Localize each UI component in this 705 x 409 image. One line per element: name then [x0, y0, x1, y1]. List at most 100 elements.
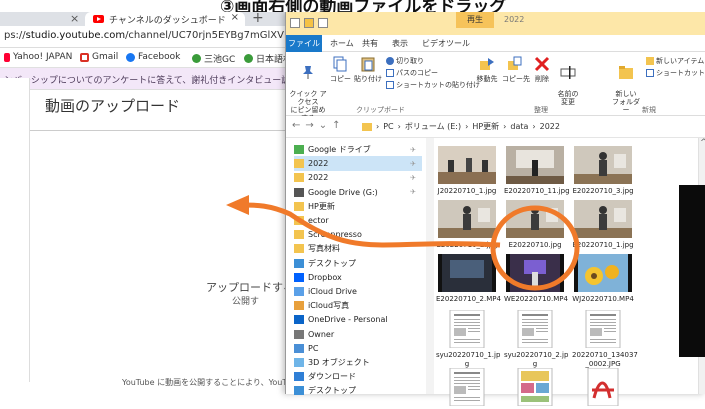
tab-file[interactable]: ファイル — [286, 35, 322, 52]
desktop-icon — [294, 386, 304, 396]
breadcrumb-volume[interactable]: ボリューム (E:) — [405, 121, 461, 132]
nav-item[interactable]: iCloud写真 — [294, 298, 422, 313]
nav-item-label: iCloud Drive — [308, 287, 357, 296]
file-name: syu20220710_1.jp — [436, 351, 501, 359]
folder-icon — [294, 201, 304, 211]
bookmark-yahoo[interactable]: Yahoo! JAPAN — [4, 52, 72, 62]
file-item[interactable]: syu20220710_2.jp g — [504, 310, 568, 369]
tab-play-context[interactable]: 再生 — [456, 12, 494, 28]
breadcrumb[interactable]: › PC › ボリューム (E:) › HP更新 › data › 2022 — [362, 121, 560, 132]
cut-button[interactable]: 切り取り — [386, 56, 424, 66]
delete-button[interactable]: 削除 — [532, 56, 552, 84]
shortcut-button[interactable]: ショートカット▾ — [646, 68, 705, 78]
file-item[interactable]: J20220710_1.jpg — [436, 146, 498, 196]
google-drive-icon — [294, 145, 304, 154]
tab-view[interactable]: 表示 — [392, 38, 408, 49]
paste-shortcut-icon — [386, 81, 394, 89]
copy-to-button[interactable]: コピー先 — [502, 56, 530, 84]
bookmark-miike-gc[interactable]: 三池GC — [192, 52, 235, 65]
quick-access-toolbar — [290, 18, 328, 28]
navigation-pane: Google ドライブ ✈ 2022 ✈ 2022 ✈ Google Drive (G:) ✈… — [286, 138, 424, 396]
tab-youtube-dashboard[interactable]: チャンネルのダッシュボード - YouTube × — [85, 12, 245, 26]
paste-shortcut-button[interactable]: ショートカットの貼り付け — [386, 80, 480, 90]
breadcrumb-hp[interactable]: HP更新 — [472, 121, 499, 132]
3d-objects-icon — [294, 358, 304, 367]
file-name: E20220710_11.jpg — [504, 187, 570, 195]
dropdown-icon[interactable] — [318, 18, 328, 28]
download-icon — [294, 372, 304, 382]
properties-icon[interactable] — [290, 18, 300, 28]
breadcrumb-data[interactable]: data — [510, 122, 528, 131]
group-new: 新規 — [642, 106, 656, 114]
file-name: 20220710_134037 — [572, 351, 638, 359]
nav-item[interactable]: Dropbox — [294, 270, 422, 285]
rename-button[interactable]: 名前の 変更 — [556, 56, 580, 106]
nav-item[interactable]: ector — [294, 213, 422, 228]
tab-video-tools[interactable]: ビデオツール — [422, 38, 470, 49]
copy-button[interactable]: コピー — [330, 56, 351, 84]
file-item[interactable]: E20220710_1.jpg — [572, 200, 634, 250]
breadcrumb-pc[interactable]: PC — [383, 122, 393, 131]
url-text: ps://studio.youtube.com/channel/UC70rjn5… — [4, 30, 320, 41]
nav-item[interactable]: Google Drive (G:) ✈ — [294, 185, 422, 200]
nav-item[interactable]: OneDrive - Personal — [294, 312, 422, 327]
bookmark-gmail[interactable]: Gmail — [80, 52, 118, 62]
folder-icon — [294, 159, 304, 169]
new-folder-button[interactable]: 新しい フォルダー — [610, 56, 642, 114]
file-item[interactable]: 20220710_134037 _0002.JPG — [572, 310, 638, 369]
pin-quick-access-button[interactable]: クイック アクセス にピン留めする — [288, 56, 328, 122]
bookmark-facebook[interactable]: Facebook — [126, 52, 180, 62]
user-icon — [294, 329, 304, 339]
paste-button[interactable]: 貼り付け — [354, 56, 382, 84]
nav-item-label: iCloud写真 — [308, 301, 350, 311]
file-item[interactable] — [572, 368, 634, 409]
document-icon — [574, 310, 632, 348]
nav-item[interactable]: Owner — [294, 327, 422, 342]
nav-item[interactable]: Google ドライブ ✈ — [294, 142, 422, 157]
nav-pane-scrollbar[interactable] — [426, 138, 434, 394]
new-tab-button[interactable]: + — [252, 10, 264, 26]
nav-item[interactable]: 2022 ✈ — [294, 170, 422, 185]
nav-item[interactable]: 写真材料 — [294, 241, 422, 256]
file-item[interactable]: WJ20220710.MP4 — [572, 254, 634, 304]
video-thumbnail — [438, 254, 496, 292]
file-item[interactable]: syu20220710_1.jp g — [436, 310, 501, 369]
file-item[interactable]: E20220710_11.jpg — [504, 146, 570, 196]
nav-item[interactable]: HP更新 — [294, 199, 422, 214]
file-item[interactable] — [504, 368, 566, 409]
breadcrumb-2022[interactable]: 2022 — [540, 122, 560, 131]
file-item[interactable]: E20220710_3.jpg — [572, 146, 634, 196]
close-tab-icon[interactable]: × — [231, 12, 239, 23]
file-item[interactable]: E20220710_2.jpg — [436, 200, 498, 250]
nav-item[interactable]: デスクトップ — [294, 383, 422, 398]
new-folder-icon — [619, 66, 633, 79]
instruction-caption: ③画面右側の動画ファイルをドラッグ — [0, 0, 705, 12]
move-to-button[interactable]: 移動先 — [474, 56, 500, 84]
new-item-button[interactable]: 新しいアイテム▾ — [646, 56, 705, 66]
close-tab-icon[interactable]: × — [70, 12, 79, 25]
file-item[interactable]: WE20220710.MP4 — [504, 254, 568, 304]
nav-item[interactable]: デスクトップ — [294, 256, 422, 271]
nav-item[interactable]: ダウンロード — [294, 369, 422, 384]
file-item[interactable]: E20220710_2.MP4 — [436, 254, 501, 304]
tab-home[interactable]: ホーム — [330, 38, 354, 49]
upload-dialog-title: 動画のアップロード — [45, 97, 181, 115]
nav-item[interactable]: Screenpresso — [294, 227, 422, 242]
file-item[interactable] — [436, 368, 498, 409]
tab-share[interactable]: 共有 — [362, 38, 378, 49]
facebook-icon — [126, 52, 135, 62]
document-icon — [438, 368, 496, 406]
nav-item[interactable]: iCloud Drive — [294, 284, 422, 299]
copy-path-button[interactable]: パスのコピー — [386, 68, 438, 78]
folder-icon — [294, 216, 304, 225]
bookmark-site-icon — [192, 54, 201, 63]
nav-item[interactable]: PC — [294, 341, 422, 356]
nav-arrows[interactable]: ←→⌄↑ — [292, 120, 346, 131]
icloud-photos-icon — [294, 301, 304, 311]
rename-icon — [560, 66, 576, 79]
nav-item[interactable]: 2022 ✈ — [294, 156, 422, 172]
folder-icon[interactable] — [304, 18, 314, 28]
nav-item[interactable]: 3D オブジェクト — [294, 355, 422, 370]
nav-item-label: OneDrive - Personal — [308, 315, 388, 325]
file-item[interactable]: E20220710.jpg — [504, 200, 566, 250]
